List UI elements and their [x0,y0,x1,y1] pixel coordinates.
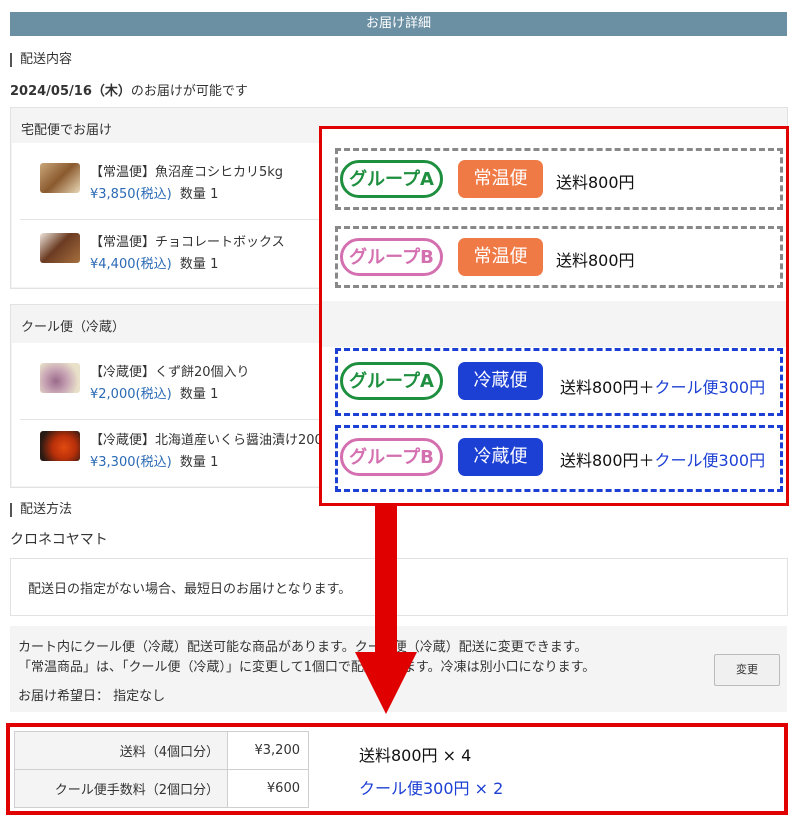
group-overlay: グループA 常温便 送料800円 グループB 常温便 送料800円 グループA … [319,126,789,506]
info-line-2: 「常温商品」は、「クール便（冷蔵）」に変更して1個口で配送できます。冷凍は別小口… [18,660,596,675]
arrow-down-icon [355,652,417,714]
group-a-pill: グループA [340,362,443,400]
fee-calc-cool: クール便300円 × 2 [359,779,504,798]
group-b-pill: グループB [340,238,443,276]
chilled-tag: 冷蔵便 [458,438,543,476]
item-price-line: ¥3,850(税込) 数量 1 [90,183,218,202]
fee-text: 送料800円 [556,247,635,271]
item-qty-label: 数量 [179,455,206,470]
fee-table: 送料（4個口分） ¥3,200 クール便手数料（2個口分） ¥600 [14,731,309,808]
delivery-date-suffix: のお届けが可能です [130,84,248,99]
divider [20,419,320,420]
item-tax: (税込) [135,455,172,470]
change-button[interactable]: 変更 [714,654,780,686]
item-price: ¥3,850 [90,187,136,202]
item-tax: (税込) [135,257,172,272]
page-header: お届け詳細 [10,12,787,36]
item-qty-label: 数量 [179,187,206,202]
item-qty: 1 [210,387,219,402]
item-name[interactable]: 【常温便】チョコレートボックス [90,231,285,250]
fee-base: 送料800円 [556,173,635,192]
group-row-b-ambient: グループB 常温便 送料800円 [335,226,783,288]
fee-cool: クール便300円 [654,378,766,397]
item-price: ¥4,400 [90,257,136,272]
item-tax: (税込) [135,187,172,202]
table-row: クール便手数料（2個口分） ¥600 [14,769,309,808]
delivery-date: 2024/05/16（木） [10,84,131,99]
product-image-ikura [40,431,80,461]
divider [20,219,320,220]
product-image-chocolate [40,233,80,263]
fee-text: 送料800円＋クール便300円 [560,447,765,471]
fee-text: 送料800円 [556,169,635,193]
ambient-tag: 常温便 [458,238,543,276]
item-name[interactable]: 【冷蔵便】北海道産いくら醤油漬け200g [90,429,331,448]
item-qty-label: 数量 [179,387,206,402]
ambient-tag: 常温便 [458,160,543,198]
group-row-a-ambient: グループA 常温便 送料800円 [335,148,783,210]
package-title: 宅配便でお届け [21,123,113,138]
group-a-pill: グループA [340,160,443,198]
shipping-note: 配送日の指定がない場合、最短日のお届けとなります。 [28,582,352,597]
item-tax: (税込) [135,387,172,402]
fee-calc: 送料800円 × 4 [359,746,472,765]
section-label-shipping-method: 配送方法 [10,503,72,517]
product-image-rice [40,163,80,193]
fee-base: 送料800円＋ [560,451,655,470]
product-image-kuzumochi [40,363,80,393]
fee-cool: クール便300円 [654,451,766,470]
overlay-gap-band [322,301,786,347]
group-row-b-chilled: グループB 冷蔵便 送料800円＋クール便300円 [335,425,783,492]
item-price-line: ¥2,000(税込) 数量 1 [90,383,218,402]
item-qty-label: 数量 [179,257,206,272]
chilled-tag: 冷蔵便 [458,362,543,400]
fee-summary: 送料（4個口分） ¥3,200 クール便手数料（2個口分） ¥600 送料800… [6,723,788,815]
item-qty: 1 [210,257,219,272]
item-price-line: ¥4,400(税込) 数量 1 [90,253,218,272]
item-name[interactable]: 【常温便】魚沼産コシヒカリ5kg [90,161,283,180]
arrow-shaft [375,506,397,654]
fee-base: 送料800円＋ [560,378,655,397]
group-row-a-chilled: グループA 冷蔵便 送料800円＋クール便300円 [335,348,783,416]
delivery-date-line: 2024/05/16（木）のお届けが可能です [10,80,248,99]
info-line-1: カート内にクール便（冷蔵）配送可能な商品があります。クール便（冷蔵）配送に変更で… [18,640,588,655]
fee-label: 送料（4個口分） [14,731,228,770]
table-row: 送料（4個口分） ¥3,200 [14,731,309,770]
desired-date: お届け希望日： 指定なし [18,689,166,704]
item-price-line: ¥3,300(税込) 数量 1 [90,451,218,470]
carrier-name: クロネコヤマト [10,532,108,548]
section-label-delivery-content: 配送内容 [10,53,72,67]
fee-base: 送料800円 [556,251,635,270]
fee-label: クール便手数料（2個口分） [14,769,228,808]
item-name[interactable]: 【冷蔵便】くず餅20個入り [90,361,250,380]
fee-text: 送料800円＋クール便300円 [560,374,765,398]
fee-value: ¥600 [227,769,309,808]
fee-value: ¥3,200 [227,731,309,770]
group-b-pill: グループB [340,438,443,476]
item-qty: 1 [210,455,219,470]
item-qty: 1 [210,187,219,202]
shipping-note-box: 配送日の指定がない場合、最短日のお届けとなります。 [10,558,788,616]
item-price: ¥3,300 [90,455,136,470]
item-price: ¥2,000 [90,387,136,402]
package-title: クール便（冷蔵） [21,320,126,335]
